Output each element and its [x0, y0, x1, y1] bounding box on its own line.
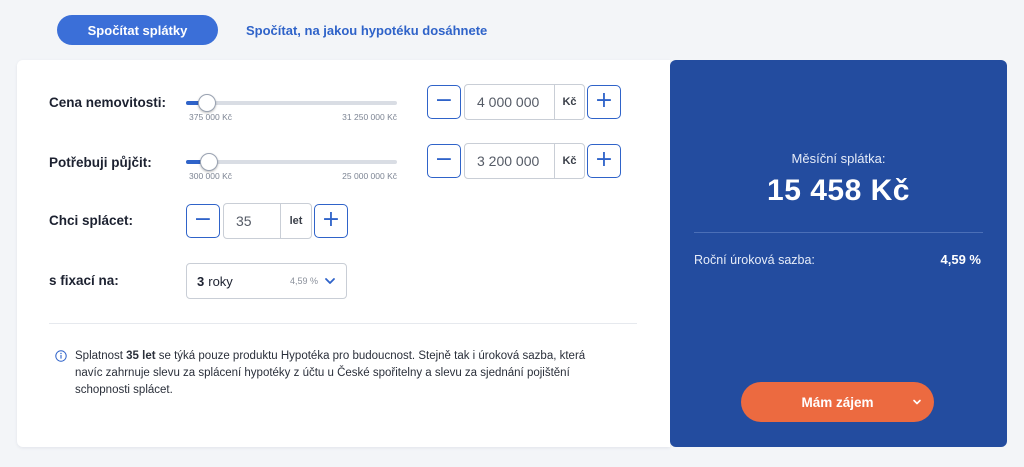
- monthly-payment-label: Měsíční splátka:: [791, 151, 886, 166]
- term-input[interactable]: 35 let: [223, 203, 312, 239]
- term-increase-button[interactable]: +: [314, 204, 348, 238]
- fixation-number: 3: [197, 273, 205, 289]
- plus-icon: +: [594, 147, 614, 172]
- loan-slider[interactable]: 300 000 Kč 25 000 000 Kč: [186, 153, 397, 181]
- tab-bar: Spočítat splátky Spočítat, na jakou hypo…: [57, 15, 487, 45]
- price-label: Cena nemovitosti:: [49, 95, 167, 110]
- loan-decrease-button[interactable]: −: [427, 144, 461, 178]
- plus-icon: +: [594, 88, 614, 113]
- price-slider[interactable]: 375 000 Kč 31 250 000 Kč: [186, 94, 397, 122]
- loan-label: Potřebuji půjčit:: [49, 155, 152, 170]
- annual-rate-value: 4,59 %: [940, 252, 981, 267]
- result-panel: Měsíční splátka: 15 458 Kč Roční úroková…: [670, 60, 1007, 447]
- minus-icon: −: [193, 207, 213, 232]
- interest-button[interactable]: Mám zájem: [741, 382, 934, 422]
- calculator-form: Cena nemovitosti: 375 000 Kč 31 250 000 …: [17, 60, 670, 447]
- loan-value: 3 200 000: [477, 153, 540, 169]
- price-unit: Kč: [554, 85, 584, 119]
- fixation-label: s fixací na:: [49, 273, 119, 288]
- term-label: Chci splácet:: [49, 213, 134, 228]
- term-decrease-button[interactable]: −: [186, 204, 220, 238]
- price-input[interactable]: 4 000 000 Kč: [464, 84, 585, 120]
- loan-slider-max: 25 000 000 Kč: [342, 171, 397, 181]
- loan-input[interactable]: 3 200 000 Kč: [464, 143, 585, 179]
- minus-icon: −: [434, 147, 454, 172]
- price-slider-thumb[interactable]: [198, 94, 217, 112]
- fixation-word: roky: [208, 273, 233, 289]
- info-note-text: Splatnost 35 let se týká pouze produktu …: [75, 350, 586, 396]
- annual-rate-label: Roční úroková sazba:: [694, 253, 815, 267]
- result-divider: [694, 232, 983, 233]
- chevron-down-icon: [913, 399, 921, 405]
- plus-icon: +: [321, 207, 341, 232]
- fixation-select[interactable]: 3 roky 4,59 %: [186, 263, 347, 299]
- price-value: 4 000 000: [477, 94, 540, 110]
- loan-slider-min: 300 000 Kč: [189, 171, 233, 181]
- interest-button-label: Mám zájem: [801, 394, 874, 410]
- minus-icon: −: [434, 88, 454, 113]
- fixation-rate: 4,59 %: [289, 276, 318, 286]
- price-slider-min: 375 000 Kč: [189, 112, 233, 122]
- tab-calculate-payments[interactable]: Spočítat splátky: [57, 15, 218, 45]
- tab-calculate-affordability[interactable]: Spočítat, na jakou hypotéku dosáhnete: [246, 23, 487, 38]
- monthly-payment-value: 15 458 Kč: [767, 174, 910, 207]
- price-decrease-button[interactable]: −: [427, 85, 461, 119]
- info-note: Splatnost 35 let se týká pouze produktu …: [55, 348, 615, 399]
- term-value: 35: [236, 213, 252, 229]
- price-slider-max: 31 250 000 Kč: [342, 112, 397, 122]
- loan-unit: Kč: [554, 144, 584, 178]
- info-icon: [55, 350, 67, 362]
- price-increase-button[interactable]: +: [587, 85, 621, 119]
- info-note-bold: 35 let: [126, 350, 156, 362]
- loan-increase-button[interactable]: +: [587, 144, 621, 178]
- term-unit: let: [280, 204, 311, 238]
- loan-slider-thumb[interactable]: [200, 153, 219, 171]
- chevron-down-icon: [325, 278, 335, 284]
- divider: [49, 323, 637, 324]
